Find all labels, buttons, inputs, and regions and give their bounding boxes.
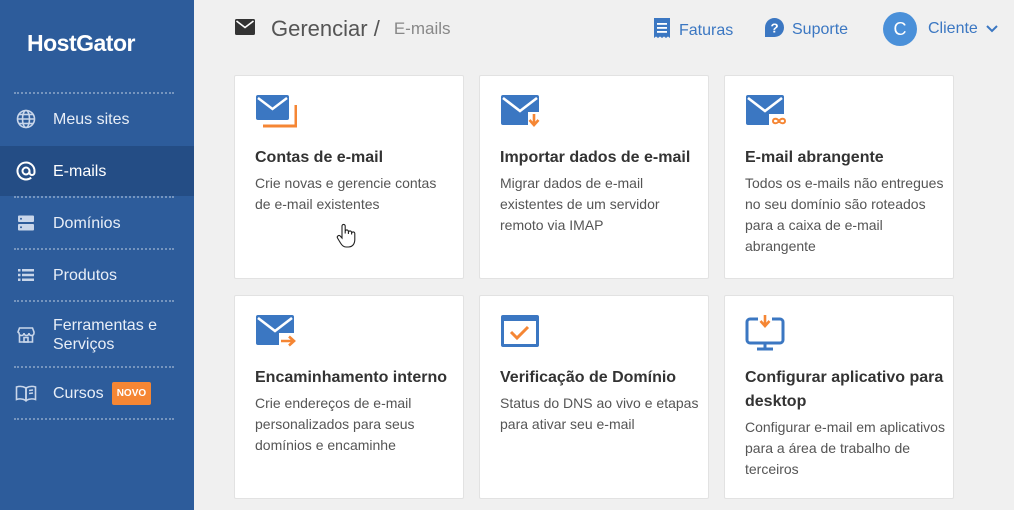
page-title: Gerenciar / — [271, 16, 380, 41]
sidebar-divider — [14, 300, 174, 302]
sidebar-item-cursos[interactable]: Cursos NOVO — [0, 368, 194, 418]
hostgator-logo[interactable]: HostGator — [27, 30, 135, 57]
account-menu[interactable]: C Cliente — [883, 12, 998, 46]
support-link[interactable]: ? Suporte — [765, 18, 848, 42]
sidebar-item-ferramentas[interactable]: Ferramentas e Serviços — [0, 310, 194, 360]
desktop-app-icon — [745, 314, 787, 357]
store-icon — [15, 324, 37, 346]
sidebar-item-dominios[interactable]: Domínios — [0, 198, 194, 248]
sidebar-item-label: Produtos — [53, 266, 118, 284]
breadcrumb-current: E-mails — [393, 19, 451, 38]
server-icon — [15, 212, 37, 234]
sidebar-item-label: E-mails — [53, 162, 107, 180]
card-domain-check[interactable]: Verificação de Domínio Status do DNS ao … — [479, 295, 709, 499]
email-accounts-icon — [255, 94, 298, 135]
sidebar: HostGator Meus sites E-mails Domínios Pr… — [0, 0, 194, 510]
sidebar-divider — [14, 418, 174, 420]
chevron-down-icon — [986, 20, 998, 38]
svg-text:?: ? — [770, 20, 778, 35]
sidebar-item-label: Cursos NOVO — [53, 381, 152, 405]
email-catchall-icon — [745, 94, 789, 135]
avatar: C — [883, 12, 917, 46]
email-forward-icon — [255, 314, 299, 355]
at-icon — [15, 160, 37, 182]
hand-cursor-icon — [336, 223, 356, 254]
envelope-icon — [235, 18, 255, 40]
domain-check-icon — [500, 314, 542, 355]
list-icon — [15, 264, 37, 286]
sidebar-item-meus-sites[interactable]: Meus sites — [0, 94, 194, 144]
breadcrumb: Gerenciar / E-mails — [235, 16, 451, 42]
sidebar-item-produtos[interactable]: Produtos — [0, 250, 194, 300]
sidebar-item-emails[interactable]: E-mails — [0, 146, 194, 196]
sidebar-item-label: Meus sites — [53, 110, 130, 128]
card-desktop-app[interactable]: Configurar aplicativo para desktop Confi… — [724, 295, 954, 499]
email-import-icon — [500, 94, 542, 137]
card-email-import[interactable]: Importar dados de e-mail Migrar dados de… — [479, 75, 709, 279]
book-icon — [15, 382, 37, 404]
invoice-icon — [653, 18, 671, 43]
sidebar-item-label: Domínios — [53, 214, 121, 232]
card-email-forward[interactable]: Encaminhamento interno Crie endereços de… — [234, 295, 464, 499]
new-badge: NOVO — [111, 381, 152, 405]
help-icon: ? — [765, 18, 784, 42]
globe-icon — [15, 108, 37, 130]
invoices-link[interactable]: Faturas — [653, 18, 733, 43]
sidebar-item-label: Ferramentas e Serviços — [53, 317, 158, 353]
card-email-catchall[interactable]: E-mail abrangente Todos os e-mails não e… — [724, 75, 954, 279]
